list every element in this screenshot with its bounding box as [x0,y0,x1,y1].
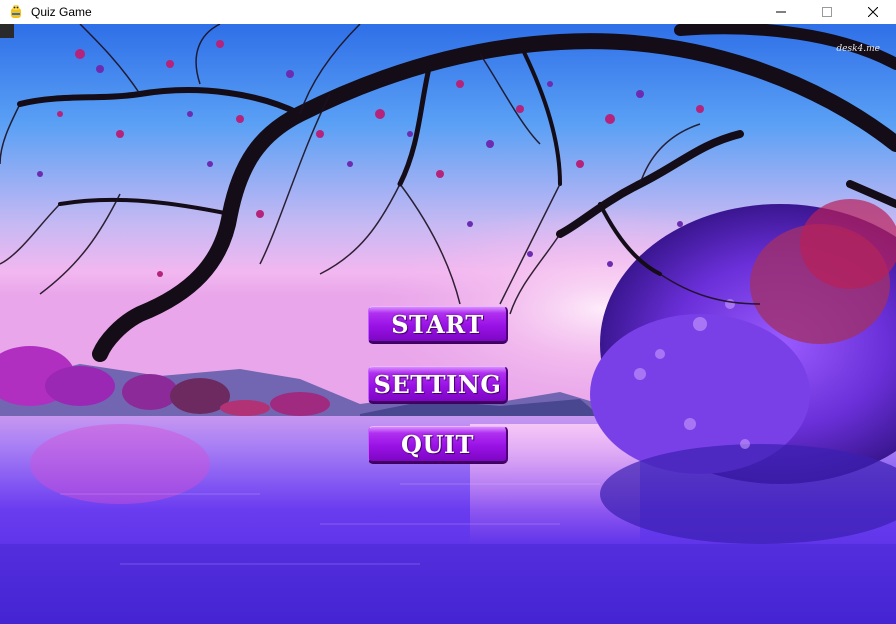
title-bar[interactable]: Quiz Game [0,0,896,24]
pygame-snake-icon [11,5,21,18]
maximize-button[interactable] [804,0,850,24]
quit-button[interactable]: QUIT [368,426,508,464]
start-button[interactable]: START [368,306,508,344]
minimize-button[interactable] [758,0,804,24]
setting-button-label: SETTING [373,369,502,399]
game-background: desk4.me START SETTING QUIT [0,24,896,624]
quit-button-label: QUIT [401,429,474,459]
app-window: Quiz Game desk4.me START SETTING QUIT [0,0,896,624]
maximize-icon [822,7,832,17]
start-button-label: START [391,309,484,339]
close-icon [868,7,878,17]
window-controls [758,0,896,24]
corner-marker [0,24,14,38]
watermark-text: desk4.me [836,44,880,54]
window-title: Quiz Game [31,5,92,19]
minimize-icon [776,11,786,13]
close-button[interactable] [850,0,896,24]
setting-button[interactable]: SETTING [368,366,508,404]
